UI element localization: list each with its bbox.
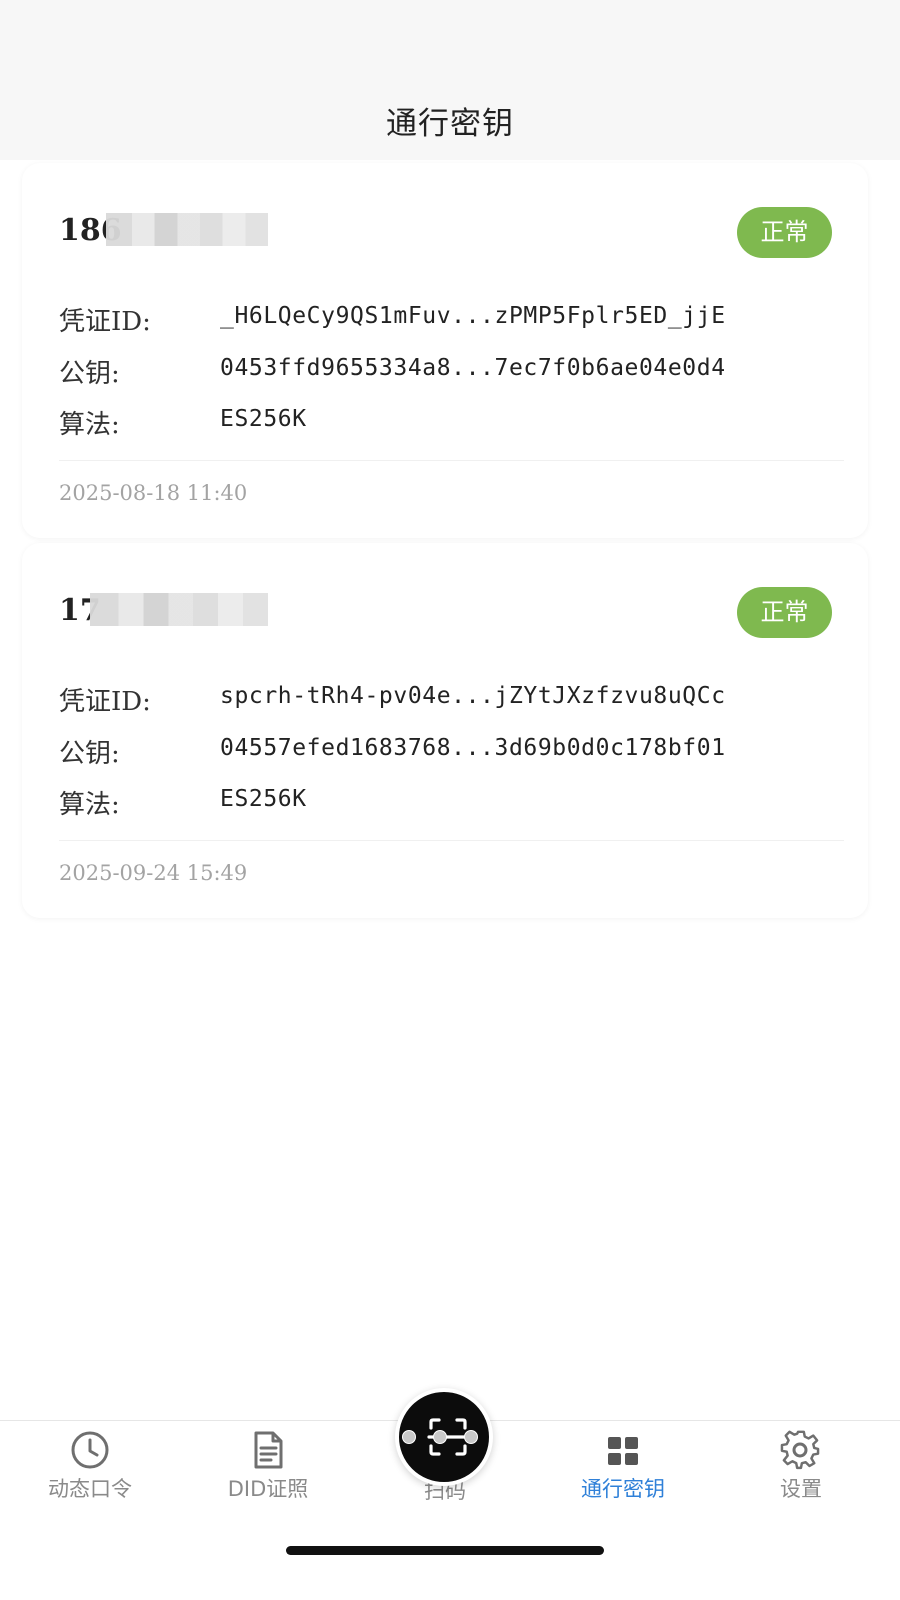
divider	[59, 840, 844, 841]
tab-label: 动态口令	[48, 1477, 132, 1501]
tab-passkeys[interactable]: 通行密钥	[533, 1421, 713, 1531]
credential-id-value: spcrh-tRh4-pv04e...jZYtJXzfzvu8uQCc	[220, 683, 726, 709]
divider	[59, 460, 844, 461]
tab-dynamic-password[interactable]: 动态口令	[0, 1421, 180, 1531]
credential-id-label: 凭证ID:	[59, 687, 151, 717]
public-key-label: 公钥:	[59, 739, 120, 769]
created-timestamp: 2025-09-24 15:49	[59, 861, 248, 885]
created-timestamp: 2025-08-18 11:40	[59, 481, 248, 505]
algorithm-label: 算法:	[59, 410, 120, 440]
document-icon	[254, 1431, 283, 1469]
dot	[464, 1430, 478, 1444]
passkey-card[interactable]: 17 正常 凭证ID: spcrh-tRh4-pv04e...jZYtJXzfz…	[22, 543, 868, 918]
public-key-value: 04557efed1683768...3d69b0d0c178bf01	[220, 735, 726, 761]
dot	[402, 1430, 416, 1444]
status-badge: 正常	[737, 207, 832, 258]
tab-label: 通行密钥	[581, 1477, 665, 1501]
passkey-card[interactable]: 186 正常 凭证ID: _H6LQeCy9QS1mFuv...zPMP5Fpl…	[22, 163, 868, 538]
public-key-label: 公钥:	[59, 359, 120, 389]
grid-icon	[608, 1437, 638, 1465]
credential-id-value: _H6LQeCy9QS1mFuv...zPMP5Fplr5ED_jjE	[220, 303, 726, 329]
algorithm-label: 算法:	[59, 790, 120, 820]
tab-label: 设置	[780, 1477, 822, 1501]
gear-icon	[780, 1430, 820, 1470]
redaction-mask	[106, 213, 268, 246]
tab-settings[interactable]: 设置	[711, 1421, 891, 1531]
credential-id-label: 凭证ID:	[59, 307, 151, 337]
status-badge: 正常	[737, 587, 832, 638]
redaction-mask	[90, 593, 268, 626]
home-indicator	[286, 1546, 604, 1555]
clock-icon	[71, 1431, 109, 1469]
passkeys-screen: 通行密钥 186 正常 凭证ID: _H6LQeCy9QS1mFuv...zPM…	[0, 0, 900, 1600]
page-dots	[400, 1430, 484, 1446]
page-title: 通行密钥	[386, 106, 514, 142]
header: 通行密钥	[0, 0, 900, 160]
tab-did-license[interactable]: DID证照	[178, 1421, 358, 1531]
algorithm-value: ES256K	[220, 786, 307, 812]
dot	[433, 1430, 447, 1444]
algorithm-value: ES256K	[220, 406, 307, 432]
tab-label: DID证照	[227, 1477, 309, 1501]
public-key-value: 0453ffd9655334a8...7ec7f0b6ae04e0d4	[220, 355, 726, 381]
